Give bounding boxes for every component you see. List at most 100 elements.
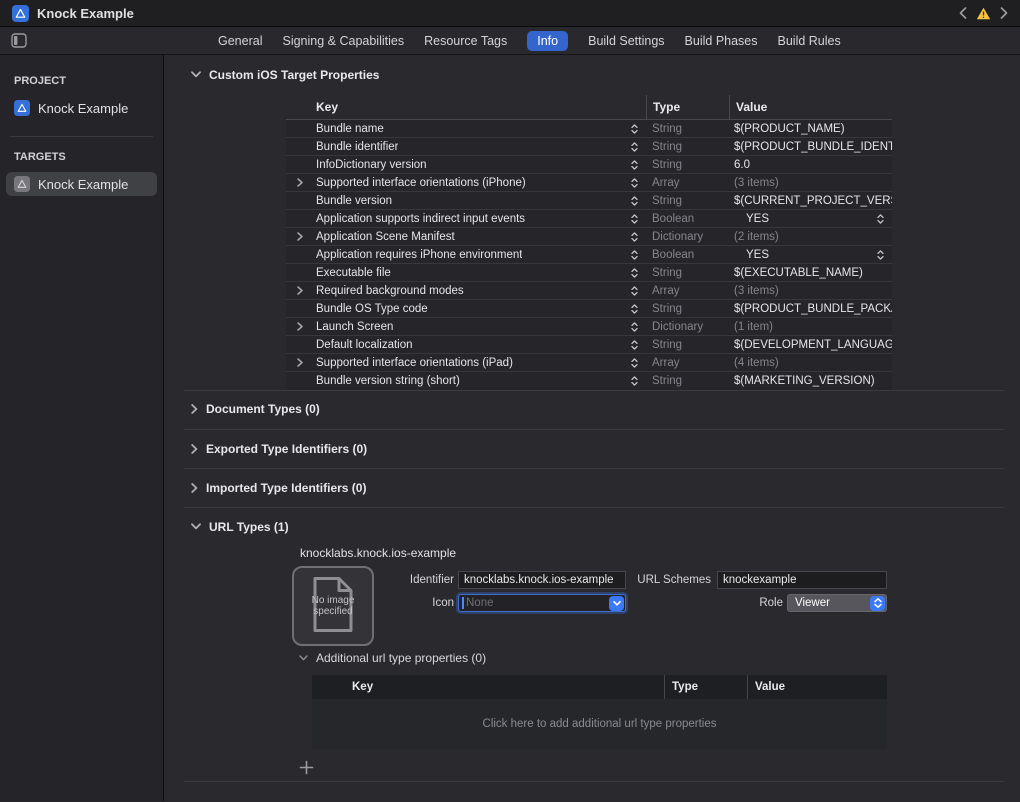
disclosure-chevron-icon[interactable]: [297, 286, 308, 295]
property-value[interactable]: YES: [729, 213, 892, 225]
key-cell[interactable]: Application Scene Manifest: [286, 231, 646, 243]
property-value[interactable]: (3 items): [729, 285, 892, 297]
tab-build-phases[interactable]: Build Phases: [685, 34, 758, 48]
column-header-key[interactable]: Key: [286, 100, 646, 114]
icon-combobox[interactable]: None: [458, 594, 626, 612]
table-row[interactable]: Supported interface orientations (iPhone…: [286, 174, 892, 192]
chevron-down-icon[interactable]: [191, 523, 201, 530]
section-exported-type-identifiers[interactable]: Exported Type Identifiers (0): [191, 441, 367, 456]
key-cell[interactable]: Bundle version string (short): [286, 375, 646, 387]
sidebar-item-target[interactable]: Knock Example: [6, 172, 157, 196]
warning-icon[interactable]: [976, 7, 991, 20]
key-cell[interactable]: Application supports indirect input even…: [286, 213, 646, 225]
sidebar-toggle-button[interactable]: [11, 33, 27, 48]
table-row[interactable]: Supported interface orientations (iPad) …: [286, 354, 892, 372]
property-value[interactable]: $(EXECUTABLE_NAME): [729, 267, 892, 279]
role-popup-button[interactable]: Viewer: [787, 594, 887, 612]
tab-signing-capabilities[interactable]: Signing & Capabilities: [282, 34, 404, 48]
key-cell[interactable]: Application requires iPhone environment: [286, 249, 646, 261]
table-row[interactable]: Application requires iPhone environment …: [286, 246, 892, 264]
table-row[interactable]: Default localization String $(DEVELOPMEN…: [286, 336, 892, 354]
key-cell[interactable]: InfoDictionary version: [286, 159, 646, 171]
section-url-types[interactable]: URL Types (1): [191, 519, 289, 534]
section-imported-type-identifiers[interactable]: Imported Type Identifiers (0): [191, 480, 366, 495]
chevron-right-icon[interactable]: [191, 483, 198, 493]
tab-build-settings[interactable]: Build Settings: [588, 34, 664, 48]
combobox-chevron-down-icon[interactable]: [609, 596, 624, 611]
key-stepper-icon[interactable]: [631, 250, 638, 260]
disclosure-chevron-icon[interactable]: [297, 358, 308, 367]
property-value[interactable]: (1 item): [729, 321, 892, 333]
column-header-key[interactable]: Key: [312, 681, 664, 693]
table-row[interactable]: Required background modes Array (3 items…: [286, 282, 892, 300]
table-row[interactable]: Launch Screen Dictionary (1 item): [286, 318, 892, 336]
property-value[interactable]: $(MARKETING_VERSION): [729, 375, 892, 387]
popup-updown-icon[interactable]: [870, 596, 885, 611]
key-cell[interactable]: Bundle version: [286, 195, 646, 207]
table-row[interactable]: Executable file String $(EXECUTABLE_NAME…: [286, 264, 892, 282]
chevron-down-icon[interactable]: [191, 71, 201, 78]
add-url-type-button[interactable]: [296, 757, 316, 777]
disclosure-chevron-icon[interactable]: [297, 232, 308, 241]
section-document-types[interactable]: Document Types (0): [191, 401, 320, 416]
table-row[interactable]: Bundle version String $(CURRENT_PROJECT_…: [286, 192, 892, 210]
key-stepper-icon[interactable]: [631, 340, 638, 350]
property-value[interactable]: $(CURRENT_PROJECT_VERS: [729, 195, 892, 207]
table-row[interactable]: Application Scene Manifest Dictionary (2…: [286, 228, 892, 246]
property-value[interactable]: (4 items): [729, 357, 892, 369]
key-stepper-icon[interactable]: [631, 376, 638, 386]
table-row[interactable]: Application supports indirect input even…: [286, 210, 892, 228]
additional-url-properties-header[interactable]: Additional url type properties (0): [299, 651, 486, 665]
forward-button[interactable]: [1000, 7, 1008, 19]
table-row[interactable]: InfoDictionary version String 6.0: [286, 156, 892, 174]
sidebar-item-project[interactable]: Knock Example: [6, 96, 157, 120]
property-value[interactable]: $(PRODUCT_NAME): [729, 123, 892, 135]
key-cell[interactable]: Bundle OS Type code: [286, 303, 646, 315]
key-cell[interactable]: Required background modes: [286, 285, 646, 297]
property-value[interactable]: 6.0: [729, 159, 892, 171]
property-value[interactable]: (3 items): [729, 177, 892, 189]
key-stepper-icon[interactable]: [631, 178, 638, 188]
tab-info[interactable]: Info: [527, 31, 568, 51]
tab-general[interactable]: General: [218, 34, 262, 48]
key-cell[interactable]: Supported interface orientations (iPad): [286, 357, 646, 369]
key-cell[interactable]: Bundle name: [286, 123, 646, 135]
key-stepper-icon[interactable]: [631, 160, 638, 170]
key-stepper-icon[interactable]: [631, 358, 638, 368]
key-stepper-icon[interactable]: [631, 142, 638, 152]
chevron-right-icon[interactable]: [191, 404, 198, 414]
column-header-type[interactable]: Type: [646, 95, 729, 119]
key-cell[interactable]: Default localization: [286, 339, 646, 351]
key-stepper-icon[interactable]: [631, 304, 638, 314]
column-header-type[interactable]: Type: [664, 675, 747, 699]
key-cell[interactable]: Launch Screen: [286, 321, 646, 333]
key-stepper-icon[interactable]: [631, 322, 638, 332]
column-header-value[interactable]: Value: [747, 675, 887, 699]
key-stepper-icon[interactable]: [631, 124, 638, 134]
property-value[interactable]: $(PRODUCT_BUNDLE_PACKA: [729, 303, 892, 315]
property-value[interactable]: YES: [729, 249, 892, 261]
key-stepper-icon[interactable]: [631, 232, 638, 242]
empty-table-message[interactable]: Click here to add additional url type pr…: [312, 699, 887, 749]
key-stepper-icon[interactable]: [631, 268, 638, 278]
table-row[interactable]: Bundle name String $(PRODUCT_NAME): [286, 120, 892, 138]
key-cell[interactable]: Executable file: [286, 267, 646, 279]
chevron-right-icon[interactable]: [191, 444, 198, 454]
tab-build-rules[interactable]: Build Rules: [778, 34, 841, 48]
back-button[interactable]: [959, 7, 967, 19]
boolean-stepper-icon[interactable]: [877, 214, 884, 224]
boolean-stepper-icon[interactable]: [877, 250, 884, 260]
key-cell[interactable]: Supported interface orientations (iPhone…: [286, 177, 646, 189]
property-value[interactable]: $(PRODUCT_BUNDLE_IDENT: [729, 141, 892, 153]
property-value[interactable]: $(DEVELOPMENT_LANGUAGI: [729, 339, 892, 351]
key-cell[interactable]: Bundle identifier: [286, 141, 646, 153]
key-stepper-icon[interactable]: [631, 214, 638, 224]
disclosure-chevron-icon[interactable]: [297, 178, 308, 187]
key-stepper-icon[interactable]: [631, 286, 638, 296]
table-row[interactable]: Bundle version string (short) String $(M…: [286, 372, 892, 390]
url-schemes-field[interactable]: [717, 571, 887, 589]
table-row[interactable]: Bundle OS Type code String $(PRODUCT_BUN…: [286, 300, 892, 318]
column-header-value[interactable]: Value: [729, 95, 892, 119]
disclosure-chevron-icon[interactable]: [297, 322, 308, 331]
key-stepper-icon[interactable]: [631, 196, 638, 206]
